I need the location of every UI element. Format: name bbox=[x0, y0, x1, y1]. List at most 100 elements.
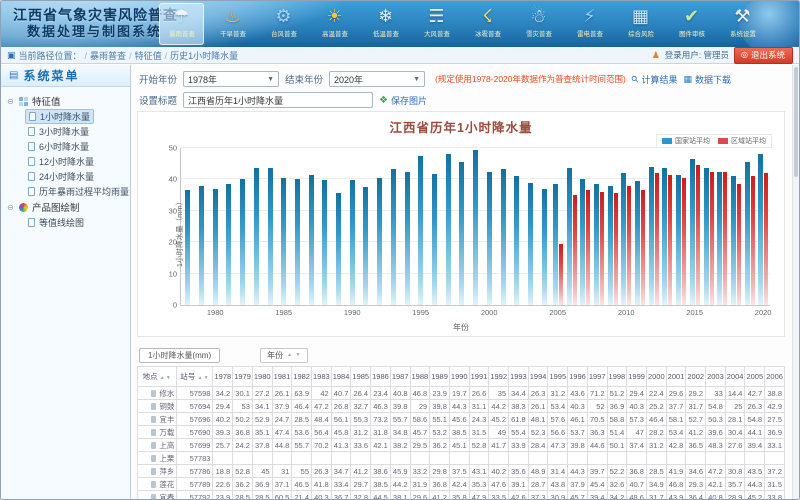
bar-national-2013[interactable] bbox=[662, 168, 667, 305]
sidebar-item-1小时降水量[interactable]: 1小时降水量 bbox=[25, 109, 94, 124]
bar-national-2000[interactable] bbox=[487, 172, 492, 305]
bar-national-1997[interactable] bbox=[446, 154, 451, 305]
bar-national-1979[interactable] bbox=[199, 186, 204, 305]
bar-regional-2009[interactable] bbox=[614, 193, 618, 305]
bar-national-2019[interactable] bbox=[745, 162, 750, 305]
toolbar-item-hail[interactable]: ☇冰雹普查 bbox=[465, 3, 510, 45]
bar-national-1986[interactable] bbox=[295, 179, 300, 305]
breadcrumb-item[interactable]: 特征值 bbox=[135, 51, 162, 61]
bar-national-1982[interactable] bbox=[240, 179, 245, 305]
bar-national-2003[interactable] bbox=[528, 183, 533, 305]
bar-national-1994[interactable] bbox=[405, 172, 410, 305]
year-sort-control[interactable]: 年份 ▲ ▼ bbox=[260, 348, 308, 363]
toolbar-item-drought[interactable]: ♨干旱普查 bbox=[210, 3, 255, 45]
station-name-cell[interactable]: 修水 bbox=[138, 387, 177, 400]
bar-regional-2015[interactable] bbox=[696, 165, 700, 305]
end-year-select[interactable]: 2020年 ▼ bbox=[329, 71, 425, 87]
bar-national-1987[interactable] bbox=[309, 175, 314, 305]
bar-regional-2017[interactable] bbox=[723, 172, 727, 305]
sidebar-item-3小时降水量[interactable]: 3小时降水量 bbox=[25, 124, 92, 139]
station-name-cell[interactable]: 上高 bbox=[138, 439, 177, 452]
toolbar-item-lightning[interactable]: ⚡雷电普查 bbox=[567, 3, 612, 45]
bar-national-2014[interactable] bbox=[676, 175, 681, 305]
bar-national-1983[interactable] bbox=[254, 168, 259, 305]
bar-national-1995[interactable] bbox=[418, 156, 423, 305]
bar-national-1985[interactable] bbox=[281, 178, 286, 305]
toolbar-item-rainstorm[interactable]: ☂暴雨普查 bbox=[159, 3, 204, 45]
bar-national-2007[interactable] bbox=[580, 179, 585, 305]
bar-national-2009[interactable] bbox=[608, 186, 613, 305]
bar-regional-2010[interactable] bbox=[627, 186, 631, 305]
sidebar-item-24小时降水量[interactable]: 24小时降水量 bbox=[25, 169, 97, 184]
column-header-id[interactable]: 站号 ▲▼ bbox=[177, 367, 213, 387]
bar-regional-2016[interactable] bbox=[710, 172, 714, 305]
toolbar-item-high-temp[interactable]: ☀高温普查 bbox=[312, 3, 357, 45]
station-name-cell[interactable]: 万载 bbox=[138, 426, 177, 439]
sidebar-section-产品图绘制[interactable]: ⊖产品图绘制 bbox=[7, 199, 128, 215]
toolbar-item-snow[interactable]: ☃雪灾普查 bbox=[516, 3, 561, 45]
bar-national-1996[interactable] bbox=[432, 174, 437, 305]
sidebar-section-特征值[interactable]: ⊖特征值 bbox=[7, 93, 128, 109]
bar-national-2015[interactable] bbox=[690, 159, 695, 305]
bar-regional-2014[interactable] bbox=[682, 178, 686, 305]
station-name-cell[interactable]: 宜丰 bbox=[138, 413, 177, 426]
bar-national-2018[interactable] bbox=[731, 176, 736, 305]
bar-national-1988[interactable] bbox=[322, 180, 327, 305]
save-image-link[interactable]: ❖ 保存图片 bbox=[379, 94, 427, 107]
breadcrumb-item[interactable]: 暴雨普查 bbox=[90, 51, 126, 61]
bar-national-2012[interactable] bbox=[649, 167, 654, 305]
station-name-cell[interactable]: 莲花 bbox=[138, 478, 177, 491]
bar-national-2008[interactable] bbox=[594, 184, 599, 305]
column-header-station[interactable]: 地点 ▲▼ bbox=[138, 367, 177, 387]
bar-national-2020[interactable] bbox=[758, 154, 763, 305]
bar-regional-2013[interactable] bbox=[668, 175, 672, 305]
breadcrumb-item[interactable]: 历史1小时降水量 bbox=[170, 51, 238, 61]
main-vertical-scrollbar[interactable] bbox=[792, 65, 799, 499]
toolbar-item-map-audit[interactable]: ✔图件审核 bbox=[669, 3, 714, 45]
bar-regional-2005[interactable] bbox=[559, 244, 563, 305]
station-name-cell[interactable]: 铜鼓 bbox=[138, 400, 177, 413]
collapse-icon[interactable]: ⊖ bbox=[7, 203, 15, 212]
bar-national-1993[interactable] bbox=[391, 169, 396, 305]
bar-national-2017[interactable] bbox=[717, 172, 722, 305]
bar-national-2005[interactable] bbox=[553, 184, 558, 305]
collapse-icon[interactable]: ⊖ bbox=[7, 97, 15, 106]
sidebar-item-历年暴雨过程平均雨量[interactable]: 历年暴雨过程平均雨量 bbox=[25, 184, 132, 199]
bar-national-1990[interactable] bbox=[350, 180, 355, 305]
station-name-cell[interactable]: 萍乡 bbox=[138, 465, 177, 478]
toolbar-item-risk-calc[interactable]: ▦综合风险 bbox=[618, 3, 663, 45]
bar-national-1992[interactable] bbox=[377, 178, 382, 305]
bar-regional-2007[interactable] bbox=[586, 190, 590, 305]
bar-regional-2019[interactable] bbox=[751, 176, 755, 305]
calc-result-link[interactable]: ⚲ 计算结果 bbox=[632, 73, 678, 86]
bar-national-2002[interactable] bbox=[514, 176, 519, 305]
bar-national-2004[interactable] bbox=[542, 189, 547, 305]
bar-national-1980[interactable] bbox=[213, 189, 218, 305]
bar-national-1989[interactable] bbox=[336, 193, 341, 305]
legend-item[interactable]: 国家站平均 bbox=[662, 136, 710, 146]
sidebar-item-6小时降水量[interactable]: 6小时降水量 bbox=[25, 139, 92, 154]
bar-regional-2008[interactable] bbox=[600, 192, 604, 305]
legend-item[interactable]: 区域站平均 bbox=[718, 136, 766, 146]
table-horizontal-scroll[interactable]: 地点 ▲▼站号 ▲▼197819791980198119821983198419… bbox=[137, 366, 785, 500]
bar-regional-2018[interactable] bbox=[737, 184, 741, 305]
station-name-cell[interactable]: 上栗 bbox=[138, 452, 177, 465]
bar-regional-2011[interactable] bbox=[641, 190, 645, 305]
toolbar-item-low-temp[interactable]: ❄低温普查 bbox=[363, 3, 408, 45]
toolbar-item-typhoon[interactable]: ⚙台风普查 bbox=[261, 3, 306, 45]
data-download-link[interactable]: ▦ 数据下载 bbox=[683, 73, 731, 86]
sidebar-item-等值线绘图[interactable]: 等值线绘图 bbox=[25, 215, 87, 230]
scrollbar-thumb[interactable] bbox=[794, 67, 798, 177]
logout-button[interactable]: ◎ 退出系统 bbox=[734, 47, 793, 64]
chart-title-input[interactable] bbox=[183, 92, 373, 108]
station-name-cell[interactable]: 宜春 bbox=[138, 491, 177, 500]
bar-national-1978[interactable] bbox=[185, 190, 190, 305]
bar-national-1998[interactable] bbox=[459, 162, 464, 305]
sidebar-item-12小时降水量[interactable]: 12小时降水量 bbox=[25, 154, 97, 169]
bar-regional-2006[interactable] bbox=[573, 195, 577, 305]
bar-national-2016[interactable] bbox=[704, 168, 709, 305]
bar-national-2001[interactable] bbox=[501, 169, 506, 305]
bar-regional-2020[interactable] bbox=[764, 173, 768, 305]
bar-national-1984[interactable] bbox=[268, 168, 273, 305]
bar-national-1999[interactable] bbox=[473, 150, 478, 305]
